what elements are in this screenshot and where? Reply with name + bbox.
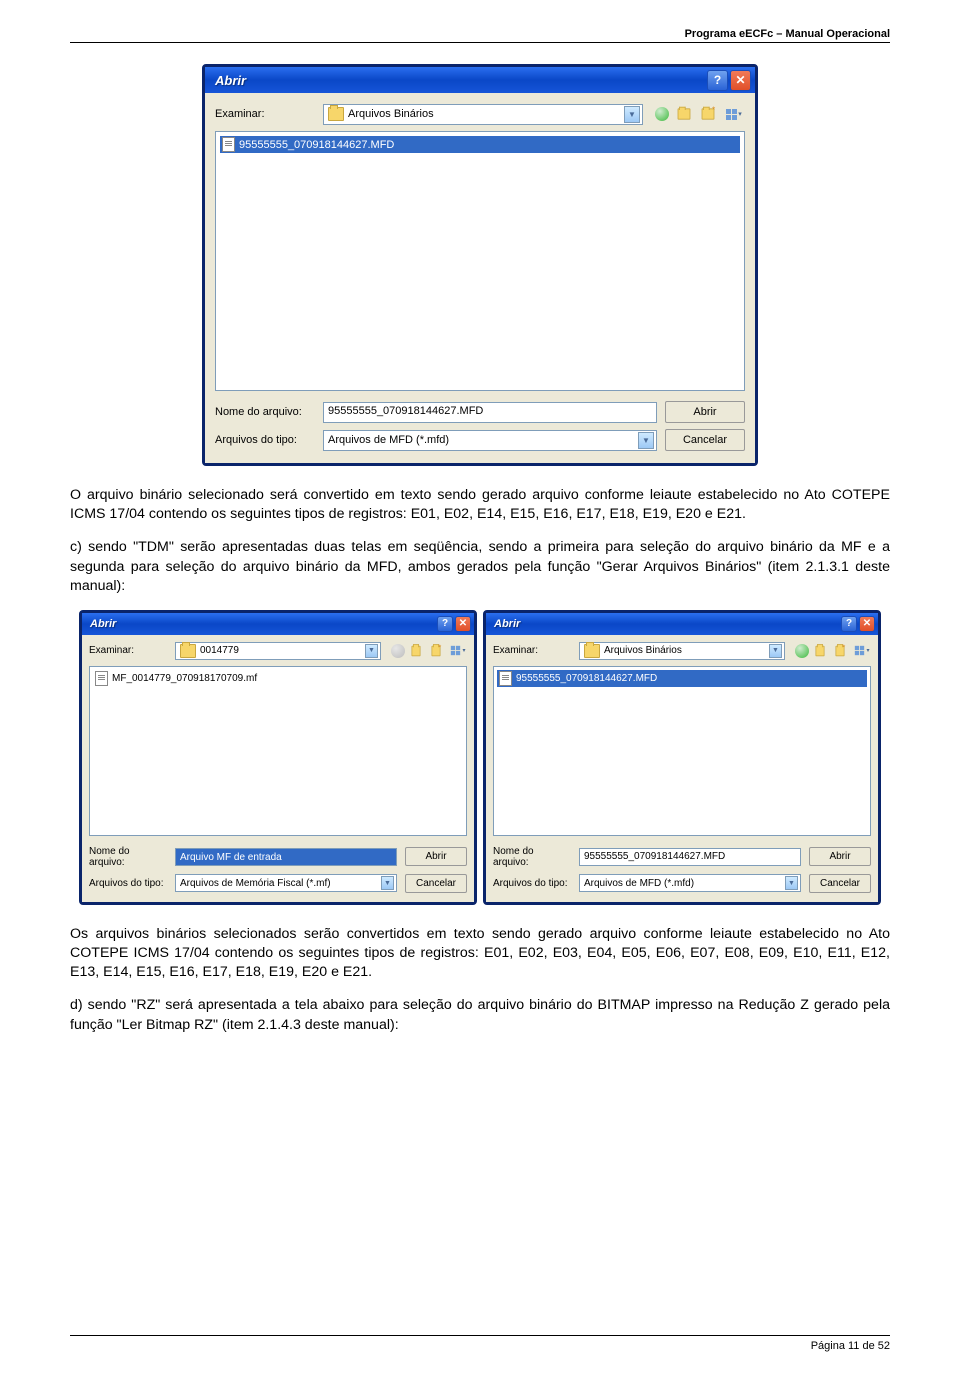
view-menu-icon[interactable]: ▾ [853,642,871,660]
open-dialog-1: Abrir ? ✕ Examinar: Arquivos Binários ▼ … [202,64,758,466]
file-name: 95555555_070918144627.MFD [239,139,394,151]
up-icon[interactable] [675,103,697,125]
filetype-label: Arquivos do tipo: [493,878,571,889]
open-dialog-2: Abrir ? ✕ Examinar: 0014779 ▼ ▾ [79,610,477,905]
filetype-value: Arquivos de MFD (*.mfd) [328,434,638,446]
chevron-down-icon[interactable]: ▼ [769,644,782,658]
dialog-title: Abrir [494,618,520,630]
chevron-down-icon[interactable]: ▼ [365,644,378,658]
close-icon[interactable]: ✕ [859,616,875,632]
close-icon[interactable]: ✕ [730,70,751,91]
open-dialog-3: Abrir ? ✕ Examinar: Arquivos Binários ▼ … [483,610,881,905]
lookin-value: Arquivos Binários [604,645,769,656]
filetype-label: Arquivos do tipo: [89,878,167,889]
new-folder-icon[interactable] [429,642,447,660]
chevron-down-icon[interactable]: ▼ [381,876,394,890]
lookin-combo[interactable]: 0014779 ▼ [175,642,381,660]
dialog-title: Abrir [90,618,116,630]
chevron-down-icon[interactable]: ▼ [785,876,798,890]
lookin-label: Examinar: [493,645,571,656]
titlebar[interactable]: Abrir ? ✕ [82,613,474,635]
chevron-down-icon[interactable]: ▼ [638,432,654,449]
filetype-value: Arquivos de Memória Fiscal (*.mf) [180,878,381,889]
back-icon[interactable] [793,642,811,660]
lookin-combo[interactable]: Arquivos Binários ▼ [323,104,643,125]
open-button[interactable]: Abrir [665,401,745,423]
lookin-value: Arquivos Binários [348,108,624,120]
back-icon[interactable] [651,103,673,125]
filename-input[interactable]: 95555555_070918144627.MFD [323,402,657,423]
filetype-value: Arquivos de MFD (*.mfd) [584,878,785,889]
file-icon [499,671,512,686]
folder-icon [584,644,600,658]
file-name: 95555555_070918144627.MFD [516,673,657,684]
help-icon[interactable]: ? [841,616,857,632]
file-item[interactable]: 95555555_070918144627.MFD [497,670,867,687]
view-menu-icon[interactable]: ▾ [723,103,745,125]
folder-icon [180,644,196,658]
lookin-label: Examinar: [215,108,315,120]
close-icon[interactable]: ✕ [455,616,471,632]
folder-icon [328,107,344,121]
filetype-label: Arquivos do tipo: [215,434,315,446]
filetype-combo[interactable]: Arquivos de MFD (*.mfd) ▼ [579,874,801,892]
new-folder-icon[interactable] [833,642,851,660]
lookin-label: Examinar: [89,645,167,656]
new-folder-icon[interactable] [699,103,721,125]
view-menu-icon[interactable]: ▾ [449,642,467,660]
file-list[interactable]: MF_0014779_070918170709.mf [89,666,467,836]
back-icon[interactable] [389,642,407,660]
up-icon[interactable] [813,642,831,660]
paragraph-3: Os arquivos binários selecionados serão … [70,925,890,983]
open-button[interactable]: Abrir [809,847,871,866]
cancel-button[interactable]: Cancelar [809,874,871,893]
filename-input[interactable]: Arquivo MF de entrada [175,848,397,866]
file-icon [95,671,108,686]
up-icon[interactable] [409,642,427,660]
file-list[interactable]: 95555555_070918144627.MFD [215,131,745,391]
filetype-combo[interactable]: Arquivos de Memória Fiscal (*.mf) ▼ [175,874,397,892]
chevron-down-icon[interactable]: ▼ [624,106,640,123]
file-list[interactable]: 95555555_070918144627.MFD [493,666,871,836]
cancel-button[interactable]: Cancelar [665,429,745,451]
page-header: Programa eECFc – Manual Operacional [70,28,890,43]
page-footer: Página 11 de 52 [70,1335,890,1352]
help-icon[interactable]: ? [437,616,453,632]
paragraph-1: O arquivo binário selecionado será conve… [70,486,890,524]
titlebar[interactable]: Abrir ? ✕ [205,67,755,93]
help-icon[interactable]: ? [707,70,728,91]
open-button[interactable]: Abrir [405,847,467,866]
file-name: MF_0014779_070918170709.mf [112,673,257,684]
file-icon [222,137,235,152]
filename-label: Nome do arquivo: [215,406,315,418]
file-item[interactable]: MF_0014779_070918170709.mf [93,670,463,687]
filetype-combo[interactable]: Arquivos de MFD (*.mfd) ▼ [323,430,657,451]
filename-label: Nome do arquivo: [493,846,571,868]
cancel-button[interactable]: Cancelar [405,874,467,893]
lookin-combo[interactable]: Arquivos Binários ▼ [579,642,785,660]
paragraph-2: c) sendo "TDM" serão apresentadas duas t… [70,538,890,596]
titlebar[interactable]: Abrir ? ✕ [486,613,878,635]
filename-input[interactable]: 95555555_070918144627.MFD [579,848,801,866]
file-item[interactable]: 95555555_070918144627.MFD [220,136,740,153]
paragraph-4: d) sendo "RZ" será apresentada a tela ab… [70,996,890,1034]
filename-label: Nome do arquivo: [89,846,167,868]
lookin-value: 0014779 [200,645,365,656]
dialog-title: Abrir [215,73,246,88]
